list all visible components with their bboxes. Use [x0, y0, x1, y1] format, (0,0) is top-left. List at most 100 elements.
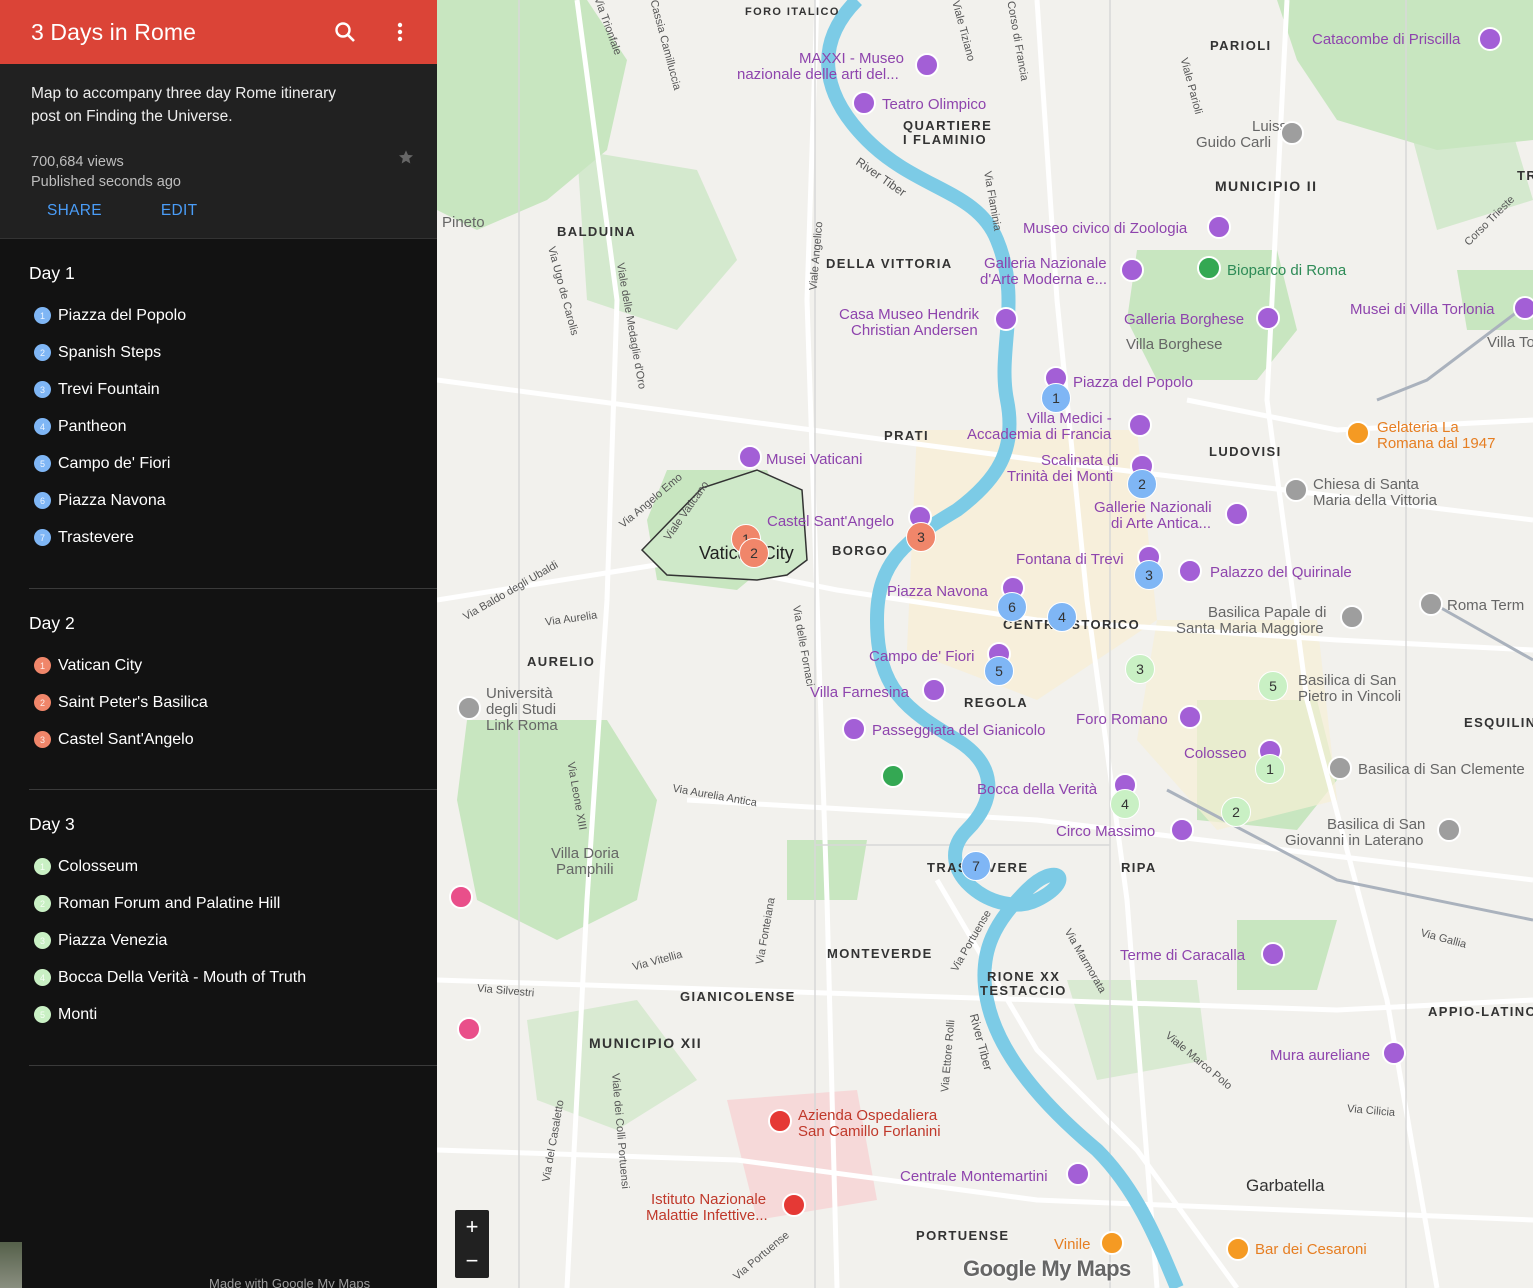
list-item[interactable]: 6 Piazza Navona	[29, 482, 437, 519]
list-item[interactable]: 5 Monti	[29, 996, 437, 1033]
poi-label[interactable]: Galleria Nazionale	[984, 256, 1107, 272]
poi-label[interactable]: Pineto	[442, 215, 485, 231]
poi-label[interactable]: Accademia di Francia	[967, 427, 1111, 443]
poi-label[interactable]: Bocca della Verità	[977, 782, 1097, 798]
poi-label[interactable]: Pamphili	[556, 862, 614, 878]
satellite-thumbnail[interactable]	[0, 1242, 22, 1288]
day1-marker-3[interactable]: 3	[1134, 560, 1164, 590]
poi-label[interactable]: Basilica di San	[1298, 673, 1396, 689]
day1-marker-2[interactable]: 2	[1127, 469, 1157, 499]
poi-label[interactable]: Link Roma	[486, 718, 558, 734]
poi-label[interactable]: Basilica di San Clemente	[1358, 762, 1525, 778]
share-button[interactable]: SHARE	[47, 202, 102, 220]
list-item[interactable]: 7 Trastevere	[29, 519, 437, 556]
poi-label[interactable]: Circo Massimo	[1056, 824, 1155, 840]
poi-label[interactable]: Colosseo	[1184, 746, 1247, 762]
poi-label[interactable]: Teatro Olimpico	[882, 97, 986, 113]
poi-label[interactable]: Bar dei Cesaroni	[1255, 1242, 1367, 1258]
poi-label[interactable]: Musei Vaticani	[766, 452, 862, 468]
poi-label[interactable]: Galleria Borghese	[1124, 312, 1244, 328]
poi-label[interactable]: Villa Borghese	[1126, 337, 1222, 353]
poi-label[interactable]: Villa Medici -	[1027, 411, 1112, 427]
poi-label[interactable]: Foro Romano	[1076, 712, 1168, 728]
day3-marker-4[interactable]: 4	[1110, 789, 1140, 819]
poi-label[interactable]: Luiss	[1252, 119, 1287, 135]
poi-label[interactable]: Santa Maria Maggiore	[1176, 621, 1324, 637]
poi-label[interactable]: Piazza del Popolo	[1073, 375, 1193, 391]
poi-label[interactable]: Musei di Villa Torlonia	[1350, 302, 1495, 318]
search-button[interactable]	[325, 12, 365, 52]
poi-label[interactable]: Gallerie Nazionali	[1094, 500, 1212, 516]
poi-label[interactable]: Palazzo del Quirinale	[1210, 565, 1352, 581]
poi-label[interactable]: di Arte Antica...	[1111, 516, 1211, 532]
day-title[interactable]: Day 1	[29, 239, 437, 297]
day3-marker-5[interactable]: 5	[1258, 671, 1288, 701]
day1-marker-1[interactable]: 1	[1041, 383, 1071, 413]
star-button[interactable]	[398, 149, 414, 170]
poi-label[interactable]: degli Studi	[486, 702, 556, 718]
poi-label[interactable]: Pietro in Vincoli	[1298, 689, 1401, 705]
poi-label[interactable]: Campo de' Fiori	[869, 649, 974, 665]
poi-label[interactable]: Villa Farnesina	[810, 685, 909, 701]
poi-label[interactable]: MAXXI - Museo	[799, 51, 904, 67]
list-item[interactable]: 4 Pantheon	[29, 408, 437, 445]
poi-label[interactable]: San Camillo Forlanini	[798, 1124, 941, 1140]
list-item[interactable]: 4 Bocca Della Verità - Mouth of Truth	[29, 959, 437, 996]
list-item[interactable]: 1 Piazza del Popolo	[29, 297, 437, 334]
poi-label[interactable]: Vinile	[1054, 1237, 1090, 1253]
poi-label[interactable]: Villa To	[1487, 335, 1533, 351]
poi-label[interactable]: Azienda Ospedaliera	[798, 1108, 937, 1124]
list-item[interactable]: 3 Piazza Venezia	[29, 922, 437, 959]
list-item[interactable]: 1 Colosseum	[29, 848, 437, 885]
day-title[interactable]: Day 2	[29, 589, 437, 647]
day3-marker-3[interactable]: 3	[1125, 654, 1155, 684]
list-item[interactable]: 1 Vatican City	[29, 647, 437, 684]
poi-label[interactable]: Mura aureliane	[1270, 1048, 1370, 1064]
poi-label[interactable]: Terme di Caracalla	[1120, 948, 1245, 964]
poi-label[interactable]: Catacombe di Priscilla	[1312, 32, 1460, 48]
poi-label[interactable]: Giovanni in Laterano	[1285, 833, 1423, 849]
list-item[interactable]: 2 Saint Peter's Basilica	[29, 684, 437, 721]
poi-label[interactable]: Basilica Papale di	[1208, 605, 1326, 621]
day2-marker-3[interactable]: 3	[906, 522, 936, 552]
poi-label[interactable]: Roma Term	[1447, 598, 1524, 614]
poi-label[interactable]: Basilica di San	[1327, 817, 1425, 833]
day1-marker-6[interactable]: 6	[997, 592, 1027, 622]
zoom-out-button[interactable]: −	[455, 1244, 489, 1278]
poi-label[interactable]: Passeggiata del Gianicolo	[872, 723, 1045, 739]
poi-label[interactable]: Piazza Navona	[887, 584, 988, 600]
day3-marker-1[interactable]: 1	[1255, 754, 1285, 784]
list-item[interactable]: 5 Campo de' Fiori	[29, 445, 437, 482]
poi-label[interactable]: Fontana di Trevi	[1016, 552, 1124, 568]
list-item[interactable]: 3 Trevi Fountain	[29, 371, 437, 408]
poi-label[interactable]: Casa Museo Hendrik	[839, 307, 979, 323]
day1-marker-5[interactable]: 5	[984, 656, 1014, 686]
poi-label[interactable]: Centrale Montemartini	[900, 1169, 1048, 1185]
poi-label[interactable]: Romana dal 1947	[1377, 436, 1495, 452]
poi-label[interactable]: Maria della Vittoria	[1313, 493, 1437, 509]
day1-marker-7[interactable]: 7	[961, 851, 991, 881]
day-title[interactable]: Day 3	[29, 790, 437, 848]
list-item[interactable]: 3 Castel Sant'Angelo	[29, 721, 437, 758]
poi-label[interactable]: Bioparco di Roma	[1227, 262, 1346, 279]
poi-label[interactable]: d'Arte Moderna e...	[980, 272, 1107, 288]
poi-label[interactable]: Villa Doria	[551, 846, 619, 862]
poi-label[interactable]: Gelateria La	[1377, 420, 1459, 436]
list-item[interactable]: 2 Spanish Steps	[29, 334, 437, 371]
list-item[interactable]: 2 Roman Forum and Palatine Hill	[29, 885, 437, 922]
poi-label[interactable]: Christian Andersen	[851, 323, 978, 339]
day3-marker-2[interactable]: 2	[1221, 797, 1251, 827]
poi-label[interactable]: Chiesa di Santa	[1313, 477, 1419, 493]
day1-marker-4[interactable]: 4	[1047, 602, 1077, 632]
zoom-in-button[interactable]: +	[455, 1210, 489, 1244]
poi-label[interactable]: Università	[486, 686, 553, 702]
day2-marker-2[interactable]: 2	[739, 538, 769, 568]
poi-label[interactable]: Scalinata di	[1041, 453, 1119, 469]
more-options-button[interactable]	[380, 12, 420, 52]
map-canvas[interactable]: FORO ITALICO PARIOLI QUARTIERE I FLAMINI…	[437, 0, 1533, 1288]
poi-label[interactable]: Castel Sant'Angelo	[767, 514, 894, 530]
poi-label[interactable]: Museo civico di Zoologia	[1023, 221, 1187, 237]
poi-label[interactable]: nazionale delle arti del...	[737, 67, 899, 83]
poi-label[interactable]: Trinità dei Monti	[1007, 469, 1113, 485]
poi-label[interactable]: Istituto Nazionale	[651, 1192, 766, 1208]
